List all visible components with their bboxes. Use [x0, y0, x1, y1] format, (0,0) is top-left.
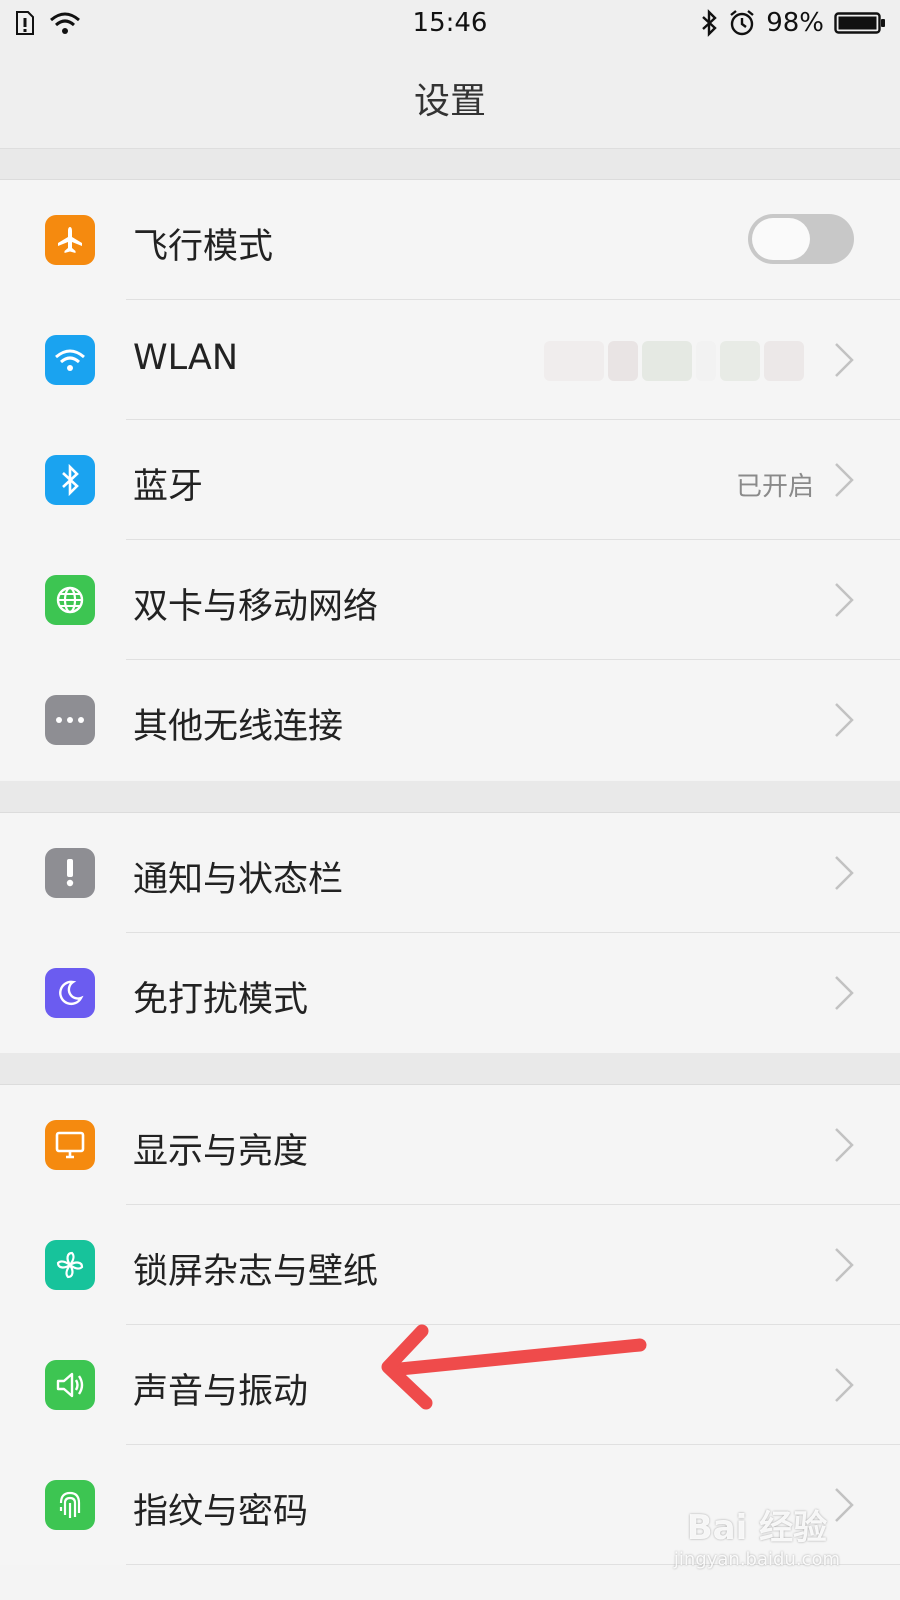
moon-icon: [45, 968, 95, 1018]
fingerprint-icon: [45, 1480, 95, 1530]
setting-row-notifications[interactable]: 通知与状态栏: [0, 813, 900, 933]
setting-row-do-not-disturb[interactable]: 免打扰模式: [0, 933, 900, 1053]
notification-icon: [45, 848, 95, 898]
setting-label: WLAN: [133, 338, 239, 378]
setting-row-airplane-mode[interactable]: 飞行模式: [0, 180, 900, 300]
bluetooth-status-value: 已开启: [735, 472, 814, 502]
toggle-knob: [752, 218, 810, 260]
redacted-network-name: [544, 336, 814, 386]
navigation-bar: 设置: [0, 48, 900, 149]
more-icon: [45, 695, 95, 745]
setting-label: 声音与振动: [133, 1372, 309, 1412]
settings-group-notifications: 通知与状态栏 免打扰模式: [0, 813, 900, 1053]
setting-row-bluetooth[interactable]: 蓝牙 已开启: [0, 420, 900, 540]
status-bar: 15:46 98%: [0, 0, 900, 48]
setting-label: 免打扰模式: [133, 980, 309, 1020]
chevron-right-icon: [835, 463, 854, 497]
page-title: 设置: [413, 81, 486, 122]
section-gap: [0, 149, 900, 180]
setting-row-lockscreen-wallpaper[interactable]: 锁屏杂志与壁纸: [0, 1205, 900, 1325]
status-right-icons: 98%: [700, 8, 886, 38]
bluetooth-status-icon: [702, 9, 717, 37]
chevron-right-icon: [835, 583, 854, 617]
annotation-arrow: [381, 1324, 647, 1410]
chevron-right-icon: [835, 703, 854, 737]
wifi-icon: [45, 335, 95, 385]
chevron-right-icon: [835, 343, 854, 377]
chevron-right-icon: [835, 1128, 854, 1162]
section-gap: [0, 1053, 900, 1085]
globe-icon: [45, 575, 95, 625]
setting-label: 通知与状态栏: [133, 860, 344, 900]
chevron-right-icon: [835, 1368, 854, 1402]
baidu-jingyan-watermark: Bai 经验 jingyan.baidu.com: [674, 1500, 840, 1570]
setting-label: 显示与亮度: [133, 1132, 309, 1172]
setting-row-display-brightness[interactable]: 显示与亮度: [0, 1085, 900, 1205]
chevron-right-icon: [835, 856, 854, 890]
setting-label: 指纹与密码: [133, 1492, 309, 1532]
settings-group-connectivity: 飞行模式 WLAN 蓝牙 已开启 双卡与移动网络 其他无线连接: [0, 180, 900, 780]
setting-label: 锁屏杂志与壁纸: [133, 1252, 379, 1292]
chevron-right-icon: [835, 1248, 854, 1282]
watermark-brand: Bai 经验: [686, 1508, 828, 1548]
display-icon: [45, 1120, 95, 1170]
battery-percent: 98%: [766, 8, 824, 38]
setting-row-other-wireless[interactable]: 其他无线连接: [0, 660, 900, 780]
setting-row-wlan[interactable]: WLAN: [0, 300, 900, 420]
setting-label: 蓝牙: [133, 467, 204, 507]
setting-label: 双卡与移动网络: [133, 587, 379, 627]
speaker-icon: [45, 1360, 95, 1410]
battery-icon: [834, 12, 885, 34]
chevron-right-icon: [835, 976, 854, 1010]
pinwheel-icon: [45, 1240, 95, 1290]
alarm-icon: [730, 10, 754, 36]
setting-label: 飞行模式: [133, 227, 274, 267]
bluetooth-icon: [45, 455, 95, 505]
airplane-icon: [45, 215, 95, 265]
setting-label: 其他无线连接: [133, 707, 344, 747]
setting-row-dual-sim-network[interactable]: 双卡与移动网络: [0, 540, 900, 660]
airplane-mode-toggle[interactable]: [748, 214, 854, 264]
section-gap: [0, 781, 900, 813]
watermark-url: jingyan.baidu.com: [673, 1549, 840, 1570]
